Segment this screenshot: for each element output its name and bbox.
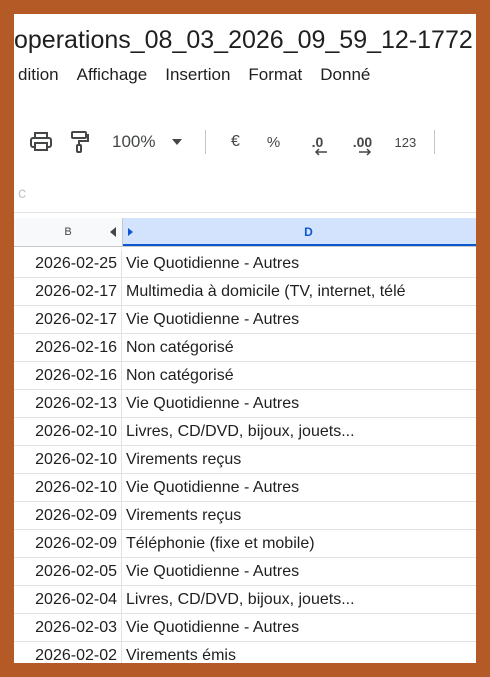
cell-category[interactable]: Téléphonie (fixe et mobile) — [126, 530, 476, 557]
arrow-left-icon — [314, 148, 328, 156]
cell-date-text: 2026-02-13 — [35, 395, 117, 412]
column-d-label: D — [304, 225, 313, 239]
photo-frame: operations_08_03_2026_09_59_12-1772 diti… — [0, 0, 490, 677]
cell-category[interactable]: Non catégorisé — [126, 334, 476, 361]
menu-format[interactable]: Format — [246, 63, 304, 87]
table-row: 2026-02-16 Non catégorisé — [14, 334, 476, 362]
menu-edition[interactable]: dition — [16, 63, 61, 87]
table-row: 2026-02-10 Livres, CD/DVD, bijoux, jouets… — [14, 418, 476, 446]
toolbar-divider — [434, 130, 435, 154]
cell-date[interactable]: 2026-02-17 — [14, 278, 122, 305]
cell-category[interactable]: Vie Quotidienne - Autres — [126, 558, 476, 585]
table-row: 2026-02-05 Vie Quotidienne - Autres — [14, 558, 476, 586]
cell-category[interactable]: Virements émis — [126, 642, 476, 663]
table-row: 2026-02-13 Vie Quotidienne - Autres — [14, 390, 476, 418]
table-row: 2026-02-10 Vie Quotidienne - Autres — [14, 474, 476, 502]
decrease-decimal-button[interactable]: .0 — [300, 126, 334, 158]
table-row: 2026-02-04 Livres, CD/DVD, bijoux, jouets… — [14, 586, 476, 614]
cell-date[interactable]: 2026-02-02 — [14, 642, 122, 663]
cell-date[interactable]: 2026-02-10 — [14, 418, 122, 445]
cell-date-text: 2026-02-05 — [35, 563, 117, 580]
menu-insertion[interactable]: Insertion — [163, 63, 232, 87]
cell-date-text: 2026-02-17 — [35, 283, 117, 300]
currency-format-button[interactable]: € — [224, 126, 246, 158]
percent-format-button[interactable]: % — [262, 126, 284, 158]
increase-decimal-button[interactable]: .00 — [344, 126, 380, 158]
cell-date-text: 2026-02-10 — [35, 479, 117, 496]
cell-date-text: 2026-02-16 — [35, 367, 117, 384]
toolbar-divider — [205, 130, 206, 154]
menu-donnees[interactable]: Donné — [318, 63, 372, 87]
expand-left-icon[interactable] — [110, 227, 116, 237]
table-row: 2026-02-09 Virements reçus — [14, 502, 476, 530]
arrow-right-icon — [358, 148, 372, 156]
cell-category[interactable]: Virements reçus — [126, 446, 476, 473]
paint-format-icon[interactable] — [68, 126, 92, 158]
menu-affichage[interactable]: Affichage — [75, 63, 150, 87]
column-header-b[interactable]: B — [14, 218, 123, 246]
toolbar: 100% € % .0 .00 123 — [14, 122, 476, 162]
cell-date-text: 2026-02-10 — [35, 423, 117, 440]
cell-date[interactable]: 2026-02-16 — [14, 334, 122, 361]
cell-date-text: 2026-02-10 — [35, 451, 117, 468]
cell-category[interactable]: Vie Quotidienne - Autres — [126, 390, 476, 417]
data-rows: 2026-02-25Vie Quotidienne - Autres2026-0… — [14, 250, 476, 663]
cell-date-text: 2026-02-09 — [35, 535, 117, 552]
cell-date[interactable]: 2026-02-09 — [14, 530, 122, 557]
cell-date[interactable]: 2026-02-16 — [14, 362, 122, 389]
cell-date[interactable]: 2026-02-13 — [14, 390, 122, 417]
cell-date[interactable]: 2026-02-10 — [14, 474, 122, 501]
cell-date[interactable]: 2026-02-10 — [14, 446, 122, 473]
cell-category[interactable]: Virements reçus — [126, 502, 476, 529]
table-row: 2026-02-09 Téléphonie (fixe et mobile) — [14, 530, 476, 558]
cell-category[interactable]: Vie Quotidienne - Autres — [126, 474, 476, 501]
cell-date-text: 2026-02-09 — [35, 507, 117, 524]
cell-category[interactable]: Vie Quotidienne - Autres — [126, 250, 476, 277]
table-row: 2026-02-03 Vie Quotidienne - Autres — [14, 614, 476, 642]
print-icon[interactable] — [26, 126, 56, 158]
table-row: 2026-02-02 Virements émis — [14, 642, 476, 663]
cell-date[interactable]: 2026-02-03 — [14, 614, 122, 641]
cell-category[interactable]: Multimedia à domicile (TV, internet, tél… — [126, 278, 476, 305]
table-row: 2026-02-25 Vie Quotidienne - Autres — [14, 250, 476, 278]
formula-bar[interactable]: c — [14, 182, 476, 213]
cell-category[interactable]: Livres, CD/DVD, bijoux, jouets... — [126, 418, 476, 445]
spreadsheet-window: operations_08_03_2026_09_59_12-1772 diti… — [14, 14, 476, 663]
table-row: 2026-02-17 Multimedia à domicile (TV, int… — [14, 278, 476, 306]
cell-date-text: 2026-02-25 — [35, 255, 117, 272]
cell-date[interactable]: 2026-02-09 — [14, 502, 122, 529]
cell-date-text: 2026-02-16 — [35, 339, 117, 356]
cell-category[interactable]: Non catégorisé — [126, 362, 476, 389]
cell-date-text: 2026-02-03 — [35, 619, 117, 636]
cell-date[interactable]: 2026-02-17 — [14, 306, 122, 333]
column-b-label: B — [64, 226, 71, 238]
formula-bar-glyph: c — [18, 185, 26, 203]
cell-date[interactable]: 2026-02-04 — [14, 586, 122, 613]
cell-category[interactable]: Vie Quotidienne - Autres — [126, 306, 476, 333]
number-format-button[interactable]: 123 — [394, 126, 416, 158]
menu-bar: dition Affichage Insertion Format Donné — [14, 60, 476, 90]
table-row: 2026-02-16 Non catégorisé — [14, 362, 476, 390]
column-header-d[interactable]: D — [123, 218, 476, 246]
cell-category[interactable]: Livres, CD/DVD, bijoux, jouets... — [126, 586, 476, 613]
cell-date-text: 2026-02-02 — [35, 647, 117, 663]
zoom-select[interactable]: 100% — [112, 126, 155, 158]
column-header-row: B D — [14, 218, 476, 247]
chevron-down-icon[interactable] — [171, 126, 183, 158]
document-title[interactable]: operations_08_03_2026_09_59_12-1772 — [14, 18, 476, 62]
cell-date-text: 2026-02-04 — [35, 591, 117, 608]
table-row: 2026-02-17 Vie Quotidienne - Autres — [14, 306, 476, 334]
cell-date[interactable]: 2026-02-05 — [14, 558, 122, 585]
table-row: 2026-02-10 Virements reçus — [14, 446, 476, 474]
expand-right-icon[interactable] — [128, 228, 133, 236]
cell-date-text: 2026-02-17 — [35, 311, 117, 328]
cell-category[interactable]: Vie Quotidienne - Autres — [126, 614, 476, 641]
cell-date[interactable]: 2026-02-25 — [14, 250, 122, 277]
